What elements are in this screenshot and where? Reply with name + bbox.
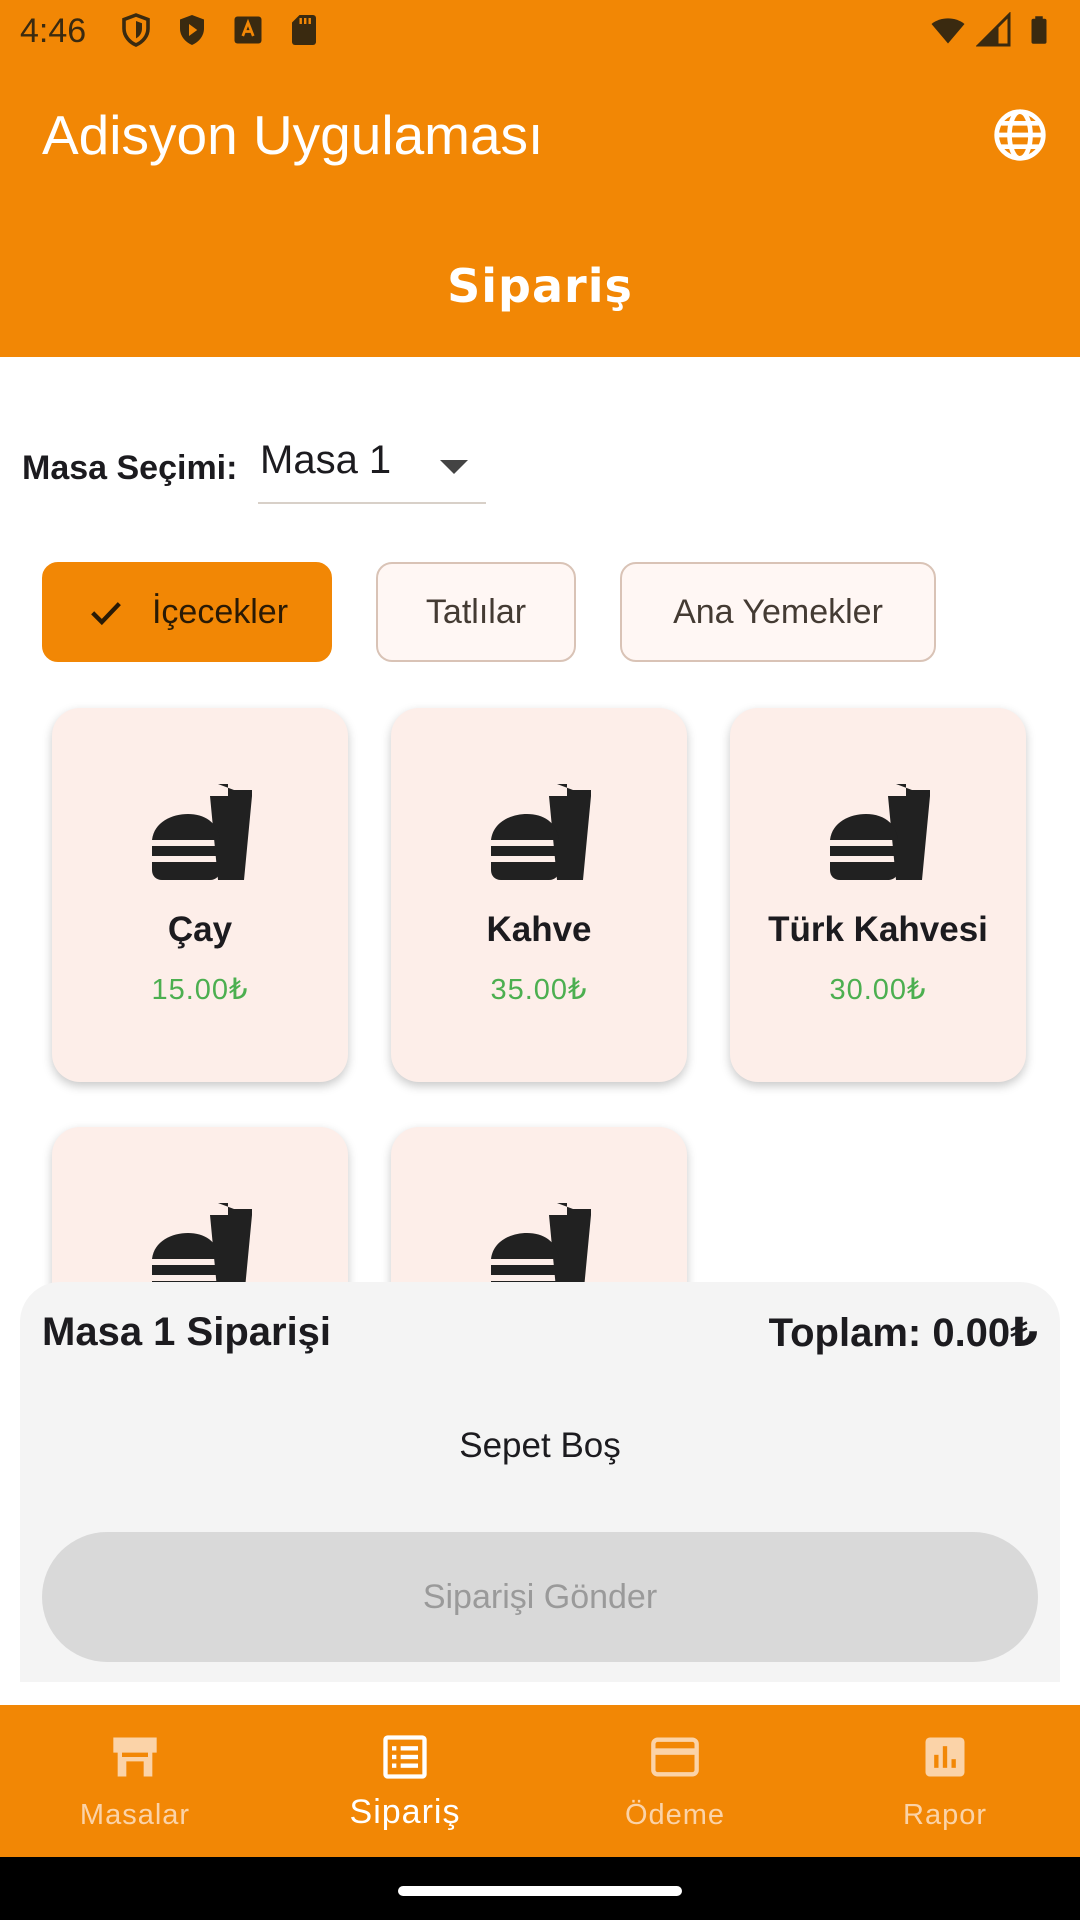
category-chip-icecekler[interactable]: İçecekler [42, 562, 332, 662]
status-system-icons [928, 11, 1060, 48]
product-card-cay[interactable]: Çay 15.00₺ [52, 708, 348, 1082]
nav-item-masalar[interactable]: Masalar [0, 1705, 270, 1857]
credit-card-icon [651, 1737, 699, 1777]
order-title: Masa 1 Siparişi [42, 1310, 332, 1354]
product-price: 35.00₺ [490, 974, 588, 1006]
nav-label: Sipariş [349, 1793, 461, 1831]
table-select-label: Masa Seçimi: [22, 448, 238, 487]
bar-chart-icon [925, 1737, 965, 1777]
nav-label: Masalar [79, 1799, 191, 1831]
product-price: 30.00₺ [829, 974, 927, 1006]
play-protect-icon [174, 12, 210, 48]
font-app-icon [230, 12, 266, 48]
product-price: 15.00₺ [151, 974, 249, 1006]
nav-label: Rapor [903, 1799, 987, 1831]
sd-card-icon [286, 12, 322, 48]
signal-icon [975, 11, 1012, 48]
status-bar: 4:46 [0, 0, 1080, 63]
fastfood-icon [830, 784, 930, 880]
order-panel: Masa 1 Siparişi Toplam: 0.00₺ Sepet Boş … [20, 1282, 1060, 1682]
table-select-row: Masa Seçimi: [22, 432, 237, 504]
nav-item-rapor[interactable]: Rapor [810, 1705, 1080, 1857]
wifi-icon [928, 12, 965, 48]
product-name: Çay [167, 910, 233, 949]
category-chip-ana-yemekler[interactable]: Ana Yemekler [620, 562, 936, 662]
product-name: Türk Kahvesi [768, 910, 988, 949]
category-chip-label: İçecekler [151, 592, 289, 631]
fastfood-icon [491, 784, 591, 880]
table-dropdown[interactable]: Masa 1 [258, 432, 486, 504]
fastfood-icon [152, 784, 252, 880]
check-icon [91, 602, 121, 626]
battery-icon [1024, 12, 1060, 48]
nav-label: Ödeme [624, 1799, 726, 1831]
status-time: 4:46 [20, 12, 87, 50]
order-total: Toplam: 0.00₺ [768, 1311, 1038, 1355]
page-title: Sipariş [447, 259, 633, 313]
shield-icon [118, 12, 154, 48]
table-icon [113, 1737, 157, 1777]
dropdown-arrow-icon [440, 460, 468, 474]
app-title: Adisyon Uygulaması [42, 104, 544, 166]
product-name: Kahve [486, 910, 592, 949]
globe-icon[interactable] [992, 107, 1048, 163]
nav-item-odeme[interactable]: Ödeme [540, 1705, 810, 1857]
status-notification-icons [118, 12, 322, 48]
category-chip-label: Ana Yemekler [673, 592, 883, 631]
product-card-kahve[interactable]: Kahve 35.00₺ [391, 708, 687, 1082]
list-icon [383, 1735, 427, 1779]
nav-item-siparis[interactable]: Sipariş [270, 1705, 540, 1857]
home-gesture-handle[interactable] [398, 1886, 682, 1896]
category-chip-label: Tatlılar [425, 592, 527, 631]
category-chip-tatlilar[interactable]: Tatlılar [376, 562, 576, 662]
app-bar: Adisyon Uygulaması Sipariş [0, 63, 1080, 357]
bottom-nav: Masalar Sipariş Ödeme Rapor [0, 1705, 1080, 1857]
empty-cart-text: Sepet Boş [459, 1426, 621, 1465]
table-dropdown-value: Masa 1 [260, 438, 392, 482]
send-order-button[interactable]: Siparişi Gönder [42, 1532, 1038, 1662]
product-card-turk-kahvesi[interactable]: Türk Kahvesi 30.00₺ [730, 708, 1026, 1082]
